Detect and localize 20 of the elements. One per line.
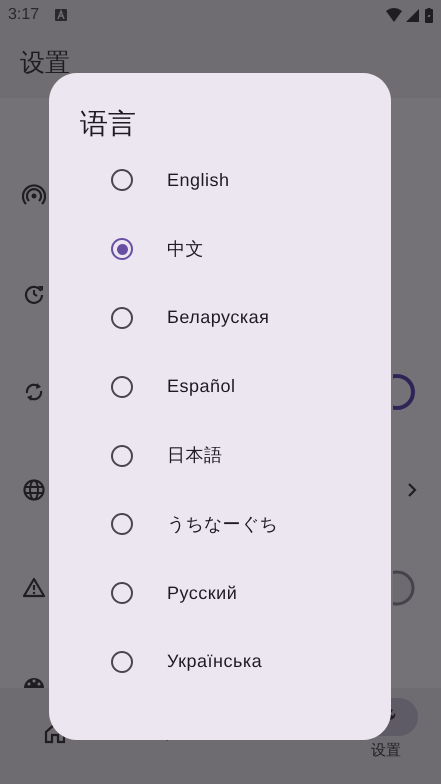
language-option[interactable]: 中文 (49, 214, 391, 284)
option-label: 日本語 (167, 444, 222, 468)
option-label: うちなーぐち (167, 512, 278, 536)
language-option[interactable]: 日本語 (49, 421, 391, 490)
language-option[interactable]: English (49, 146, 391, 215)
language-option[interactable]: Español (49, 352, 391, 422)
language-option[interactable]: Беларуская (49, 284, 391, 352)
language-option[interactable]: Українська (49, 628, 391, 696)
option-label: Русский (167, 582, 238, 605)
option-label: Українська (167, 650, 262, 674)
option-label: Беларуская (167, 306, 270, 330)
page-title: 设置 (20, 48, 70, 80)
nav-label: 设置 (370, 741, 401, 761)
dialog-title: 语言 (80, 107, 137, 141)
status-time: 3:17 (8, 5, 40, 25)
option-label: 中文 (167, 238, 204, 261)
option-label: Español (167, 375, 236, 398)
language-option[interactable]: うちなーぐち (49, 490, 391, 559)
option-label: English (167, 168, 230, 192)
language-option[interactable]: Русский (49, 558, 391, 628)
